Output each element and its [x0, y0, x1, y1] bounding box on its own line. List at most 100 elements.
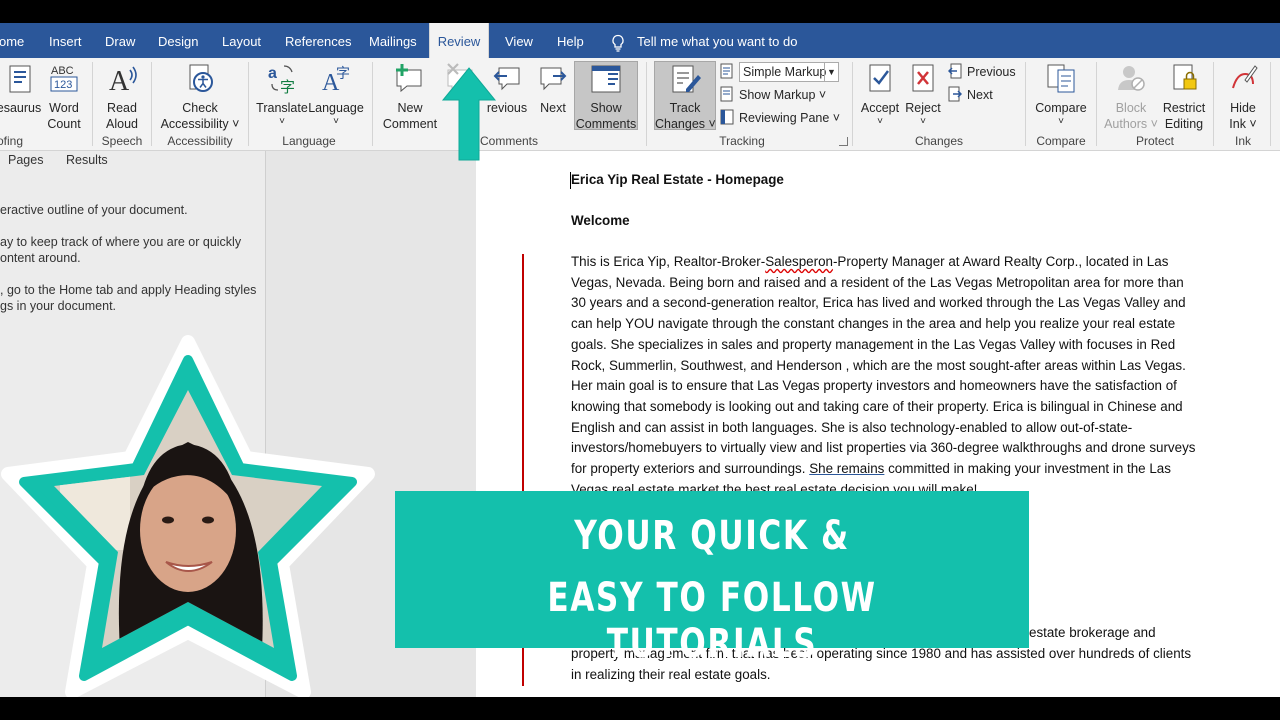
- paragraph-about-line[interactable]: estate brokerage and: [1029, 623, 1229, 644]
- thesaurus-icon: [9, 65, 31, 93]
- svg-text:ABC: ABC: [51, 65, 74, 77]
- compare-label: Compare: [1035, 101, 1087, 115]
- track-changes-button[interactable]: Track Changes ˅: [654, 61, 716, 131]
- tracking-options-launcher[interactable]: [839, 137, 848, 146]
- ribbon-tab-bar: ome Insert Draw Design Layout References…: [0, 23, 1280, 58]
- group-label-ink: Ink: [1234, 134, 1251, 148]
- tab-results[interactable]: Results: [66, 153, 108, 167]
- check-accessibility-label-2: Accessibility ˅: [160, 117, 240, 131]
- chevron-down-icon: ˅: [1058, 116, 1064, 127]
- title-bar: [0, 0, 1280, 23]
- track-changes-icon: [672, 65, 701, 93]
- compare-button[interactable]: Compare ˅: [1032, 62, 1090, 128]
- accessibility-icon: [189, 64, 213, 92]
- block-authors-icon: [1118, 66, 1145, 91]
- reviewing-pane-button[interactable]: Reviewing Pane ˅: [720, 108, 840, 128]
- show-markup-button[interactable]: Show Markup ˅: [720, 85, 826, 105]
- heading-welcome[interactable]: Welcome: [571, 211, 1196, 232]
- group-label-proofing: ofing: [0, 134, 24, 148]
- svg-text:字: 字: [280, 78, 295, 94]
- tab-references[interactable]: References: [285, 23, 351, 58]
- translate-icon: a 字: [268, 65, 295, 94]
- show-comments-icon: [591, 65, 621, 93]
- tab-home[interactable]: ome: [0, 23, 24, 58]
- reviewing-pane-label: Reviewing Pane ˅: [739, 111, 841, 125]
- word-count-button[interactable]: ABC 123 Word Count: [42, 62, 86, 132]
- language-label: Language: [308, 101, 364, 115]
- thesaurus-button[interactable]: esaurus: [0, 62, 44, 116]
- language-icon: A 字: [322, 66, 350, 94]
- word-count-label-2: Count: [47, 117, 81, 131]
- tab-review[interactable]: Review: [429, 23, 489, 58]
- paragraph-intro[interactable]: This is Erica Yip, Realtor-Broker-Salesp…: [571, 252, 1196, 500]
- hide-ink-icon: [1232, 65, 1258, 89]
- accept-button[interactable]: Accept ˅: [858, 62, 902, 128]
- text-run: This is Erica Yip, Realtor-Broker-: [571, 254, 766, 269]
- tab-view[interactable]: View: [505, 23, 533, 58]
- reject-label: Reject: [905, 101, 941, 115]
- block-authors-label-2: Authors ˅: [1104, 117, 1158, 131]
- separator: [852, 62, 853, 146]
- nav-help-text: , go to the Home tab and apply Heading s…: [0, 283, 257, 297]
- separator: [92, 62, 93, 146]
- separator: [372, 62, 373, 146]
- language-button[interactable]: A 字 Language ˅: [308, 62, 364, 128]
- show-comments-label-1: Show: [590, 101, 622, 115]
- markup-icon: [720, 63, 733, 79]
- tab-help[interactable]: Help: [557, 23, 584, 58]
- svg-text:A: A: [109, 66, 130, 94]
- tell-me-search[interactable]: Tell me what you want to do: [610, 23, 797, 58]
- markup-mode-select[interactable]: Simple Markup ▼: [720, 62, 842, 82]
- read-aloud-icon: A: [109, 66, 137, 94]
- reviewing-pane-icon: [720, 109, 734, 125]
- restrict-editing-button[interactable]: Restrict Editing: [1160, 62, 1208, 132]
- svg-text:a: a: [268, 65, 277, 82]
- accept-label: Accept: [860, 101, 900, 115]
- tab-mailings[interactable]: Mailings: [369, 23, 417, 58]
- check-accessibility-button[interactable]: Check Accessibility ˅: [158, 62, 242, 132]
- next-change-label: Next: [967, 88, 993, 102]
- block-authors-label-1: Block: [1115, 101, 1147, 115]
- hide-ink-label-2: Ink ˅: [1229, 117, 1257, 131]
- restrict-editing-label-1: Restrict: [1162, 101, 1206, 115]
- chevron-down-icon[interactable]: ▼: [824, 63, 838, 81]
- group-label-accessibility: Accessibility: [167, 134, 233, 148]
- group-label-changes: Changes: [914, 134, 964, 148]
- group-label-speech: Speech: [101, 134, 143, 148]
- tab-layout[interactable]: Layout: [222, 23, 261, 58]
- track-changes-label-1: Track: [669, 101, 701, 115]
- hide-ink-button[interactable]: Hide Ink ˅: [1222, 62, 1264, 132]
- accept-icon: [869, 64, 891, 92]
- separator: [1213, 62, 1214, 146]
- markup-select-value: Simple Markup: [743, 65, 827, 79]
- markup-select-box[interactable]: Simple Markup ▼: [739, 62, 839, 82]
- show-markup-label: Show Markup ˅: [739, 88, 827, 102]
- block-authors-button[interactable]: Block Authors ˅: [1102, 62, 1160, 132]
- compare-icon: [1047, 64, 1075, 93]
- nav-help-text: eractive outline of your document.: [0, 203, 188, 217]
- tab-design[interactable]: Design: [158, 23, 198, 58]
- separator: [646, 62, 647, 146]
- translate-button[interactable]: a 字 Translate ˅: [254, 62, 310, 128]
- tab-insert[interactable]: Insert: [49, 23, 82, 58]
- group-label-language: Language: [282, 134, 336, 148]
- read-aloud-button[interactable]: A Read Aloud: [100, 62, 144, 132]
- show-comments-button[interactable]: Show Comments: [574, 61, 638, 131]
- show-markup-icon: [720, 86, 733, 102]
- next-change-button[interactable]: Next: [948, 85, 993, 105]
- previous-change-button[interactable]: Previous: [947, 62, 1016, 82]
- separator: [1096, 62, 1097, 146]
- restrict-editing-label-2: Editing: [1164, 117, 1204, 131]
- tab-pages[interactable]: Pages: [8, 153, 43, 167]
- misspelled-word[interactable]: Salesperon: [765, 254, 833, 269]
- next-comment-button[interactable]: Next: [535, 62, 571, 116]
- document-title[interactable]: Erica Yip Real Estate - Homepage: [571, 170, 1196, 191]
- tab-draw[interactable]: Draw: [105, 23, 135, 58]
- new-comment-button[interactable]: New Comment: [380, 62, 440, 132]
- lightbulb-icon: [612, 34, 624, 52]
- reject-button[interactable]: Reject ˅: [902, 62, 944, 128]
- new-comment-icon: [396, 64, 422, 93]
- banner-line-1: YOUR QUICK &: [574, 513, 850, 559]
- new-comment-label-2: Comment: [382, 117, 438, 131]
- grammar-flag[interactable]: She remains: [809, 461, 884, 476]
